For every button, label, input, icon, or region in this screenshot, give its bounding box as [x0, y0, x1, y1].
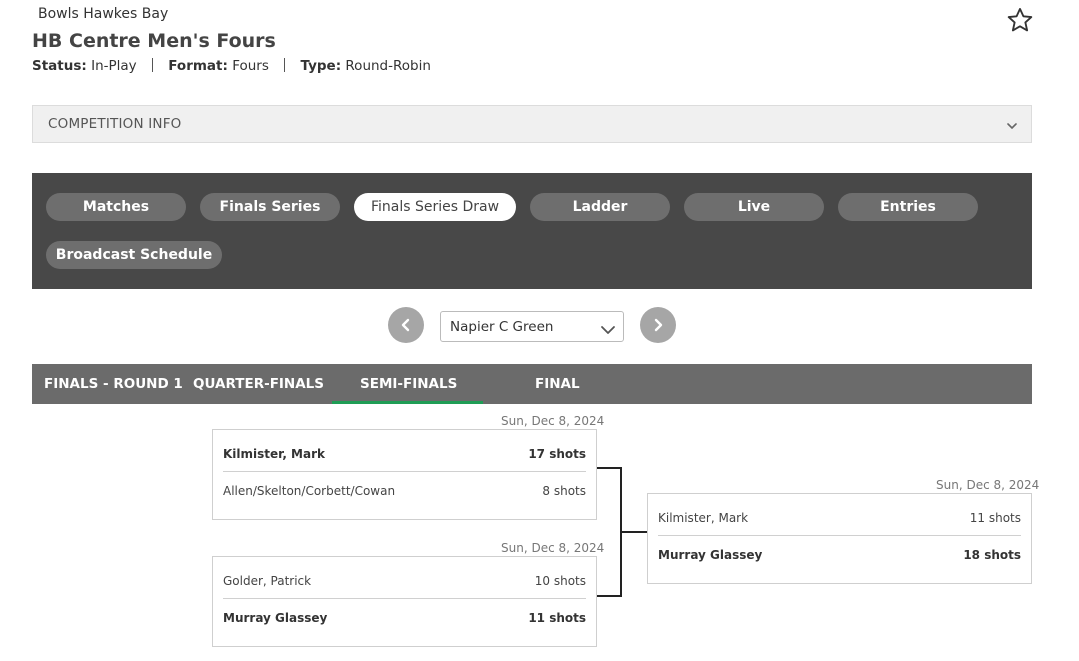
- chevron-down-icon: [1005, 118, 1019, 132]
- type-value: Round-Robin: [345, 58, 431, 74]
- team-name: Golder, Patrick: [223, 574, 312, 588]
- meta-divider: [284, 58, 286, 72]
- venue-select-value: Napier C Green: [450, 319, 554, 335]
- format-value: Fours: [232, 58, 269, 74]
- tab-entries[interactable]: Entries: [838, 193, 978, 221]
- team-score: 17 shots: [528, 447, 586, 461]
- match-card-semi-1[interactable]: Kilmister, Mark 17 shots Allen/Skelton/C…: [212, 429, 597, 520]
- competition-info-label: COMPETITION INFO: [48, 116, 182, 132]
- format-label: Format:: [168, 58, 228, 74]
- team-score: 18 shots: [963, 548, 1021, 562]
- team-score: 8 shots: [542, 484, 586, 498]
- tab-finals-series-draw[interactable]: Finals Series Draw: [354, 193, 516, 221]
- team-name: Allen/Skelton/Corbett/Cowan: [223, 484, 396, 498]
- type-label: Type:: [300, 58, 342, 74]
- team-row: Kilmister, Mark 11 shots: [658, 499, 1021, 536]
- section-nav-panel: Matches Finals Series Finals Series Draw…: [32, 173, 1032, 289]
- chevron-right-icon: [654, 318, 663, 332]
- team-score: 11 shots: [528, 611, 586, 625]
- tab-broadcast-schedule[interactable]: Broadcast Schedule: [46, 241, 222, 269]
- match-card-final[interactable]: Kilmister, Mark 11 shots Murray Glassey …: [647, 493, 1032, 584]
- bracket-line: [597, 595, 622, 597]
- tab-matches[interactable]: Matches: [46, 193, 186, 221]
- team-row: Murray Glassey 11 shots: [223, 599, 586, 636]
- bracket-line: [597, 467, 622, 469]
- tab-final[interactable]: FINAL: [535, 364, 580, 404]
- match-date: Sun, Dec 8, 2024: [501, 414, 605, 428]
- team-row: Kilmister, Mark 17 shots: [223, 435, 586, 472]
- chevron-down-icon: [600, 321, 616, 340]
- meta-divider: [151, 58, 153, 72]
- star-outline-icon[interactable]: [1006, 6, 1034, 34]
- match-date: Sun, Dec 8, 2024: [501, 541, 605, 555]
- tab-quarter-finals[interactable]: QUARTER-FINALS: [193, 364, 324, 404]
- active-tab-indicator: [332, 401, 483, 404]
- tab-finals-series[interactable]: Finals Series: [200, 193, 340, 221]
- team-row: Golder, Patrick 10 shots: [223, 562, 586, 599]
- tab-finals-round-1[interactable]: FINALS - ROUND 1: [44, 364, 183, 404]
- status-label: Status:: [32, 58, 87, 74]
- team-row: Murray Glassey 18 shots: [658, 536, 1021, 573]
- status-value: In-Play: [91, 58, 137, 74]
- tab-live[interactable]: Live: [684, 193, 824, 221]
- page-title: HB Centre Men's Fours: [32, 30, 276, 52]
- team-name: Kilmister, Mark: [658, 511, 749, 525]
- match-date: Sun, Dec 8, 2024: [936, 478, 1040, 492]
- team-score: 10 shots: [534, 574, 586, 588]
- next-venue-button[interactable]: [640, 307, 676, 343]
- team-name: Kilmister, Mark: [223, 447, 325, 461]
- team-name: Murray Glassey: [658, 548, 763, 562]
- team-score: 11 shots: [969, 511, 1021, 525]
- tab-semi-finals[interactable]: SEMI-FINALS: [360, 364, 457, 404]
- prev-venue-button[interactable]: [388, 307, 424, 343]
- competition-meta: Status: In-Play Format: Fours Type: Roun…: [32, 58, 431, 74]
- team-name: Murray Glassey: [223, 611, 328, 625]
- match-card-semi-2[interactable]: Golder, Patrick 10 shots Murray Glassey …: [212, 556, 597, 647]
- round-tabs: FINALS - ROUND 1 QUARTER-FINALS SEMI-FIN…: [32, 364, 1032, 404]
- tab-ladder[interactable]: Ladder: [530, 193, 670, 221]
- competition-info-accordion[interactable]: COMPETITION INFO: [32, 105, 1032, 143]
- team-row: Allen/Skelton/Corbett/Cowan 8 shots: [223, 472, 586, 509]
- organisation-name: Bowls Hawkes Bay: [38, 6, 169, 22]
- bracket-line: [620, 531, 648, 533]
- chevron-left-icon: [401, 318, 410, 332]
- venue-select[interactable]: Napier C Green: [440, 311, 624, 342]
